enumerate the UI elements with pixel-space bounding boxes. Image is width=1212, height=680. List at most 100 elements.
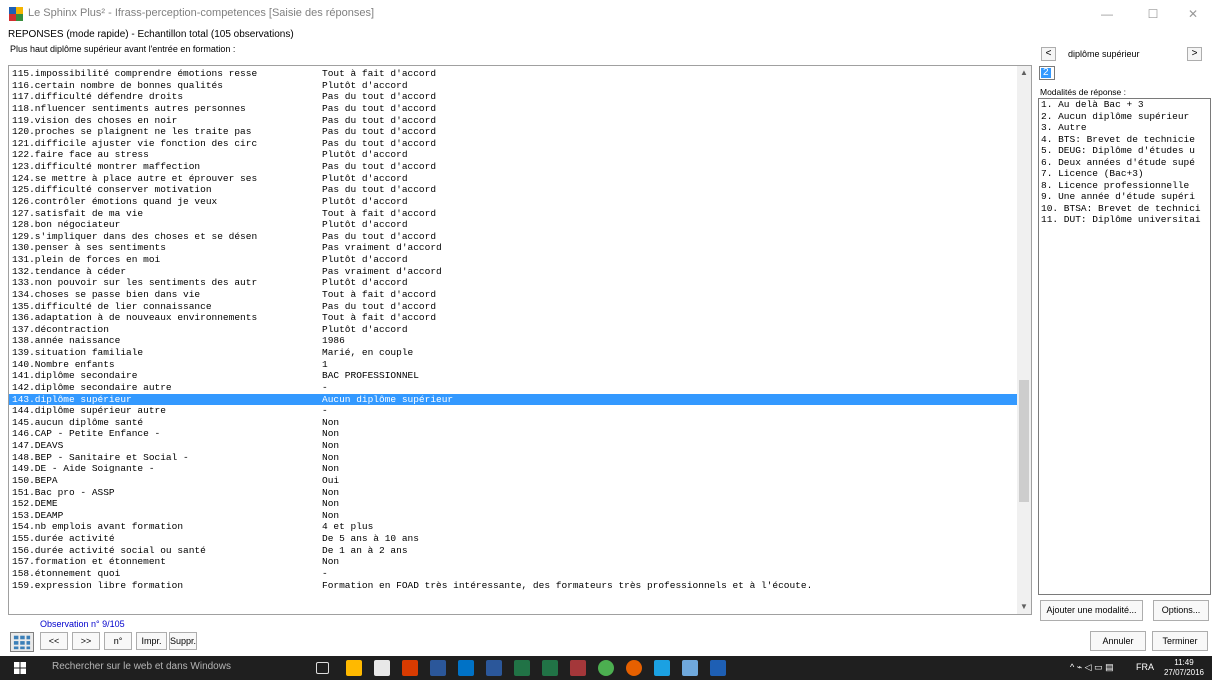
response-row[interactable]: 147.DEAVS Non [9, 440, 1019, 452]
previous-variable-button[interactable]: < [1041, 47, 1056, 61]
response-row[interactable]: 120.proches se plaignent ne les traite p… [9, 126, 1019, 138]
response-row[interactable]: 139.situation familiale Marié, en couple [9, 347, 1019, 359]
response-row[interactable]: 158.étonnement quoi - [9, 568, 1019, 580]
store-icon[interactable] [374, 660, 390, 676]
file-explorer-icon[interactable] [346, 660, 362, 676]
scroll-up-arrow-icon[interactable]: ▲ [1017, 66, 1031, 80]
app-icon[interactable] [430, 660, 446, 676]
response-row[interactable]: 151.Bac pro - ASSP Non [9, 487, 1019, 499]
response-row[interactable]: 148.BEP - Sanitaire et Social - Non [9, 452, 1019, 464]
responses-list[interactable]: 115.impossibilité comprendre émotions re… [8, 65, 1032, 615]
modality-item[interactable]: 9. Une année d'étude supéri [1039, 191, 1210, 203]
response-row[interactable]: 131.plein de forces en moi Plutôt d'accor… [9, 254, 1019, 266]
minimize-button[interactable]: — [1084, 0, 1130, 28]
cancel-button[interactable]: Annuler [1090, 631, 1146, 651]
response-row[interactable]: 141.diplôme secondaire BAC PROFESSIONNEL [9, 370, 1019, 382]
chrome-icon[interactable] [598, 660, 614, 676]
modality-item[interactable]: 11. DUT: Diplôme universitai [1039, 214, 1210, 226]
response-row[interactable]: 145.aucun diplôme santé Non [9, 417, 1019, 429]
word-icon[interactable] [486, 660, 502, 676]
outlook-icon[interactable] [458, 660, 474, 676]
modality-item[interactable]: 3. Autre [1039, 122, 1210, 134]
delete-button[interactable]: Suppr. [169, 632, 197, 650]
finish-button[interactable]: Terminer [1152, 631, 1208, 651]
sphinx-taskbar-icon[interactable] [710, 660, 726, 676]
answer-value: Non [322, 451, 340, 463]
responses-scrollbar[interactable]: ▲ ▼ [1017, 66, 1031, 614]
modality-item[interactable]: 10. BTSA: Brevet de technici [1039, 203, 1210, 215]
last-observation-button[interactable]: >> [72, 632, 100, 650]
print-button[interactable]: Impr. [136, 632, 167, 650]
modality-item[interactable]: 8. Licence professionnelle [1039, 180, 1210, 192]
language-indicator[interactable]: FRA [1136, 662, 1154, 672]
powerpoint-icon[interactable] [402, 660, 418, 676]
modality-item[interactable]: 5. DEUG: Diplôme d'études u [1039, 145, 1210, 157]
response-row[interactable]: 121.difficile ajuster vie fonction des c… [9, 138, 1019, 150]
scroll-thumb[interactable] [1019, 380, 1029, 502]
response-row[interactable]: 133.non pouvoir sur les sentiments des a… [9, 277, 1019, 289]
modality-item[interactable]: 1. Au delà Bac + 3 [1039, 99, 1210, 111]
taskbar-clock[interactable]: 11:49 27/07/2016 [1164, 658, 1204, 678]
response-row[interactable]: 136.adaptation à de nouveaux environneme… [9, 312, 1019, 324]
response-row[interactable]: 146.CAP - Petite Enfance - Non [9, 428, 1019, 440]
response-row[interactable]: 124.se mettre à place autre et éprouver … [9, 173, 1019, 185]
response-row[interactable]: 125.difficulté conserver motivation Pas d… [9, 184, 1019, 196]
system-tray-icons[interactable]: ^ ⌁ ◁ ▭ ▤ [1070, 662, 1114, 673]
modality-item[interactable]: 2. Aucun diplôme supérieur [1039, 111, 1210, 123]
response-row[interactable]: 126.contrôler émotions quand je veux Plut… [9, 196, 1019, 208]
response-row[interactable]: 159.expression libre formation Formation … [9, 580, 1019, 592]
response-code-input[interactable]: 2 [1039, 66, 1055, 80]
excel-icon[interactable] [542, 660, 558, 676]
response-row[interactable]: 134.choses se passe bien dans vie Tout à … [9, 289, 1019, 301]
response-row[interactable]: 128.bon négociateur Plutôt d'accord [9, 219, 1019, 231]
go-to-number-button[interactable]: n° [104, 632, 132, 650]
response-row[interactable]: 143.diplôme supérieur Aucun diplôme supér… [9, 393, 1019, 406]
answer-value: Non [322, 463, 340, 475]
options-button[interactable]: Options... [1153, 600, 1209, 621]
internet-explorer-icon[interactable] [654, 660, 670, 676]
response-row[interactable]: 137.décontraction Plutôt d'accord [9, 324, 1019, 336]
next-variable-button[interactable]: > [1187, 47, 1202, 61]
access-icon[interactable] [570, 660, 586, 676]
response-row[interactable]: 123.difficulté montrer maffection Pas du … [9, 161, 1019, 173]
modalities-list[interactable]: 1. Au delà Bac + 3 2. Aucun diplôme supé… [1038, 98, 1211, 595]
first-observation-button[interactable]: << [40, 632, 68, 650]
response-row[interactable]: 155.durée activité De 5 ans à 10 ans [9, 533, 1019, 545]
response-row[interactable]: 138.année naissance 1986 [9, 335, 1019, 347]
response-row[interactable]: 150.BEPA Oui [9, 475, 1019, 487]
task-view-icon[interactable] [316, 662, 329, 674]
scroll-down-arrow-icon[interactable]: ▼ [1017, 600, 1031, 614]
response-row[interactable]: 118.nfluencer sentiments autres personne… [9, 103, 1019, 115]
taskbar-search-box[interactable]: Rechercher sur le web et dans Windows [52, 661, 231, 672]
windows-start-icon[interactable] [14, 662, 26, 674]
modality-item[interactable]: 6. Deux années d'étude supé [1039, 157, 1210, 169]
app-icon-2[interactable] [682, 660, 698, 676]
response-row[interactable]: 144.diplôme supérieur autre - [9, 405, 1019, 417]
response-row[interactable]: 130.penser à ses sentiments Pas vraiment … [9, 242, 1019, 254]
response-row[interactable]: 152.DEME Non [9, 498, 1019, 510]
response-row[interactable]: 132.tendance à céder Pas vraiment d'accor… [9, 266, 1019, 278]
close-button[interactable]: ✕ [1170, 0, 1212, 28]
response-row[interactable]: 153.DEAMP Non [9, 510, 1019, 522]
response-row[interactable]: 122.faire face au stress Plutôt d'accord [9, 149, 1019, 161]
response-row[interactable]: 154.nb emplois avant formation 4 et plus [9, 521, 1019, 533]
response-row[interactable]: 149.DE - Aide Soignante - Non [9, 463, 1019, 475]
response-row[interactable]: 129.s'impliquer dans des choses et se dé… [9, 231, 1019, 243]
response-row[interactable]: 119.vision des choses en noir Pas du tout… [9, 115, 1019, 127]
response-row[interactable]: 156.durée activité social ou santé De 1 a… [9, 545, 1019, 557]
firefox-icon[interactable] [626, 660, 642, 676]
project-icon[interactable] [514, 660, 530, 676]
modality-item[interactable]: 7. Licence (Bac+3) [1039, 168, 1210, 180]
response-row[interactable]: 117.difficulté défendre droits Pas du tou… [9, 91, 1019, 103]
response-row[interactable]: 116.certain nombre de bonnes qualités Plu… [9, 80, 1019, 92]
modalities-label: Modalités de réponse : [1040, 87, 1126, 97]
response-row[interactable]: 142.diplôme secondaire autre - [9, 382, 1019, 394]
response-row[interactable]: 127.satisfait de ma vie Tout à fait d'acc… [9, 208, 1019, 220]
grid-view-icon[interactable] [10, 632, 34, 652]
response-row[interactable]: 140.Nombre enfants 1 [9, 359, 1019, 371]
response-row[interactable]: 115.impossibilité comprendre émotions re… [9, 68, 1019, 80]
modality-item[interactable]: 4. BTS: Brevet de technicie [1039, 134, 1210, 146]
response-row[interactable]: 157.formation et étonnement Non [9, 556, 1019, 568]
response-row[interactable]: 135.difficulté de lier connaissance Pas d… [9, 301, 1019, 313]
add-modality-button[interactable]: Ajouter une modalité... [1040, 600, 1143, 621]
